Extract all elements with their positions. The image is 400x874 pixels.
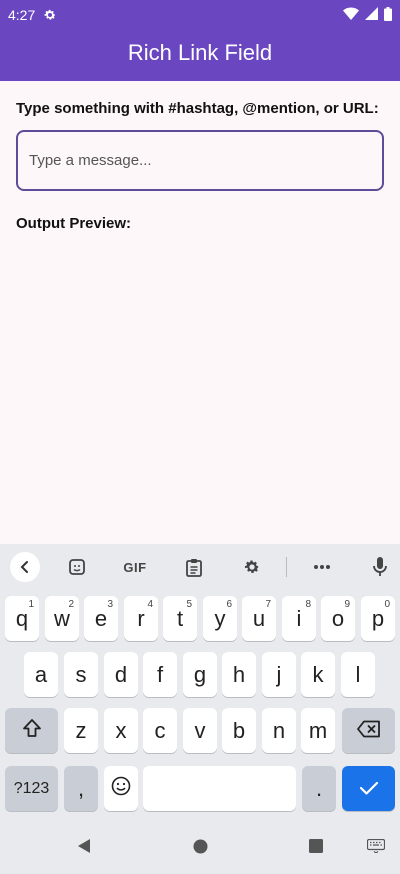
key-label: u [252, 605, 266, 631]
comma-key[interactable]: , [64, 766, 98, 811]
key-l[interactable]: l [341, 652, 375, 697]
symbols-key[interactable]: ?123 [5, 766, 58, 811]
key-g[interactable]: g [183, 652, 217, 697]
main-content: Type something with #hashtag, @mention, … [16, 100, 384, 232]
shift-icon [22, 718, 42, 744]
app-title: Rich Link Field [127, 40, 273, 65]
status-time: 4:27 [8, 7, 36, 23]
key-c[interactable]: c [143, 708, 177, 753]
space-key[interactable] [143, 766, 296, 811]
key-x[interactable]: x [104, 708, 138, 753]
key-o[interactable]: o9 [321, 596, 355, 641]
key-hint: 2 [68, 599, 74, 610]
key-e[interactable]: e3 [84, 596, 118, 641]
key-h[interactable]: h [222, 652, 256, 697]
key-hint: 1 [28, 599, 34, 610]
key-hint: 3 [107, 599, 113, 610]
key-f[interactable]: f [143, 652, 177, 697]
key-label: e [94, 605, 108, 631]
toolbar-divider [286, 557, 287, 577]
key-label: o [331, 605, 345, 631]
message-input[interactable] [16, 130, 384, 191]
key-hint: 0 [384, 599, 390, 610]
key-hint: 7 [265, 599, 271, 610]
key-label: t [176, 605, 184, 631]
key-j[interactable]: j [262, 652, 296, 697]
key-u[interactable]: u7 [242, 596, 276, 641]
app-bar: 4:27 Rich Link Field [0, 0, 400, 81]
status-bar: 4:27 [0, 0, 400, 30]
soft-keyboard: GIF q1 w2 e3 r4 t5 y6 u7 i8 o9 p0 a s d … [0, 544, 400, 822]
key-s[interactable]: s [64, 652, 98, 697]
emoji-icon [111, 776, 131, 802]
key-q[interactable]: q1 [5, 596, 39, 641]
key-t[interactable]: t5 [163, 596, 197, 641]
key-label: q [15, 605, 29, 631]
keyboard-toolbar: GIF [0, 544, 400, 590]
key-d[interactable]: d [104, 652, 138, 697]
key-hint: 9 [344, 599, 350, 610]
key-hint: 4 [147, 599, 153, 610]
shift-key[interactable] [5, 708, 58, 753]
key-label: r [137, 605, 145, 631]
key-i[interactable]: i8 [282, 596, 316, 641]
system-nav-bar [0, 822, 400, 874]
enter-key[interactable] [342, 766, 395, 811]
key-z[interactable]: z [64, 708, 98, 753]
output-preview-label: Output Preview: [16, 215, 132, 232]
backspace-key[interactable] [342, 708, 395, 753]
key-label: p [371, 605, 385, 631]
key-v[interactable]: v [183, 708, 217, 753]
key-m[interactable]: m [301, 708, 335, 753]
more-icon[interactable] [311, 555, 333, 579]
period-key[interactable]: . [302, 766, 336, 811]
key-hint: 6 [226, 599, 232, 610]
key-hint: 8 [305, 599, 311, 610]
key-label: i [296, 605, 302, 631]
key-k[interactable]: k [301, 652, 335, 697]
key-n[interactable]: n [262, 708, 296, 753]
nav-recents-icon[interactable] [308, 838, 324, 854]
keyboard-switch-icon[interactable] [366, 838, 386, 854]
key-r[interactable]: r4 [124, 596, 158, 641]
key-a[interactable]: a [24, 652, 58, 697]
key-w[interactable]: w2 [45, 596, 79, 641]
key-label: y [214, 605, 226, 631]
key-p[interactable]: p0 [361, 596, 395, 641]
gif-button[interactable]: GIF [120, 555, 150, 579]
key-hint: 5 [186, 599, 192, 610]
key-y[interactable]: y6 [203, 596, 237, 641]
nav-back-icon[interactable] [76, 838, 92, 854]
backspace-icon [356, 718, 381, 744]
prompt-label: Type something with #hashtag, @mention, … [16, 100, 379, 117]
battery-icon [384, 6, 392, 24]
signal-icon [365, 7, 378, 23]
settings-icon[interactable] [241, 555, 263, 579]
mic-icon[interactable] [369, 555, 391, 579]
clipboard-icon[interactable] [183, 555, 205, 579]
chevron-left-icon[interactable] [10, 552, 40, 582]
emoji-key[interactable] [104, 766, 138, 811]
nav-home-icon[interactable] [192, 838, 208, 854]
gear-icon [43, 8, 57, 22]
wifi-icon [343, 7, 359, 24]
key-b[interactable]: b [222, 708, 256, 753]
checkmark-icon [359, 776, 379, 802]
sticker-icon[interactable] [66, 555, 88, 579]
